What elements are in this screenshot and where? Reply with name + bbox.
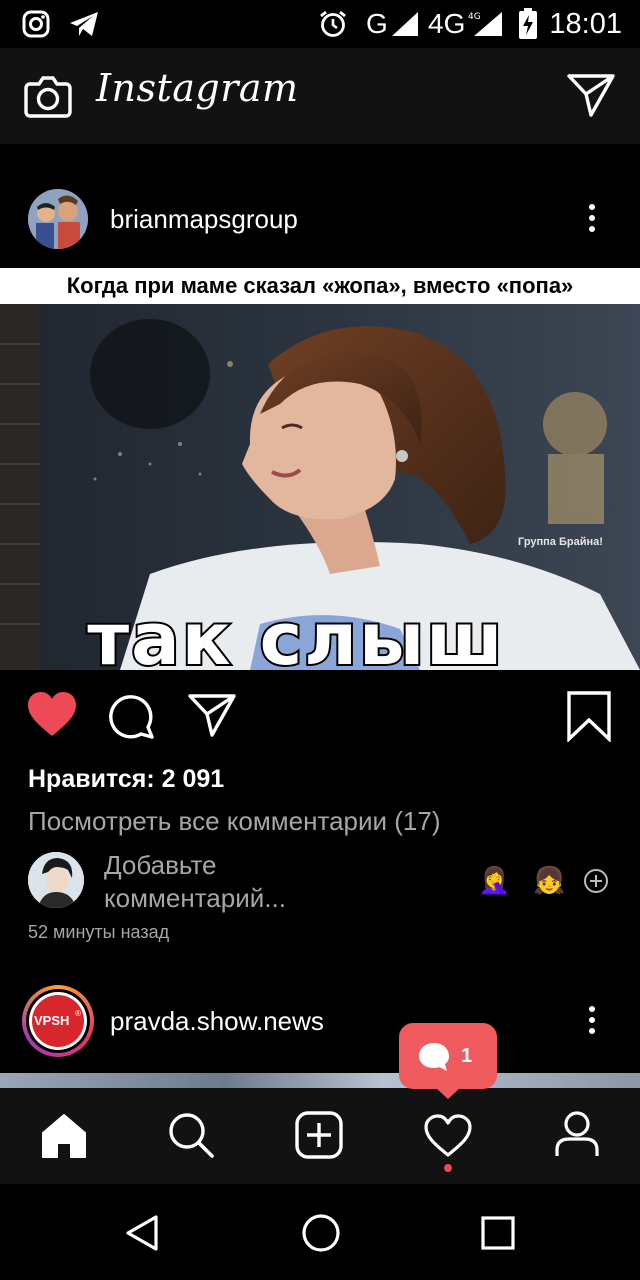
- notification-count: 1: [461, 1045, 473, 1067]
- app-logo: Instagram: [96, 66, 299, 110]
- activity-notification-bubble[interactable]: 1: [399, 1023, 497, 1089]
- bottom-tab-bar: [0, 1088, 640, 1184]
- post-author-username[interactable]: brianmapsgroup: [110, 204, 298, 235]
- back-icon[interactable]: [124, 1214, 160, 1252]
- signal-4g-icon: 4G: [468, 10, 504, 38]
- search-icon[interactable]: [166, 1110, 216, 1160]
- post2-author-username[interactable]: pravda.show.news: [110, 1006, 324, 1037]
- comment-bubble-icon: [417, 1041, 451, 1073]
- avatar-logo-registered: ®: [75, 1009, 81, 1018]
- battery-charging-icon: [518, 8, 538, 40]
- quick-emoji-girl[interactable]: 👧: [533, 865, 565, 895]
- add-comment-input[interactable]: Добавьте комментарий...: [104, 849, 364, 915]
- notification-bubble-tail: [435, 1087, 461, 1099]
- status-bar: G 4G 4G 18:01: [0, 0, 640, 48]
- post2-author-avatar: VPSH ®: [29, 992, 87, 1050]
- add-post-icon[interactable]: [295, 1111, 343, 1159]
- network-type-label: G: [366, 8, 388, 39]
- quick-emoji-facepalm[interactable]: 🤦‍♀️: [478, 865, 510, 895]
- telegram-notification-icon: [68, 10, 100, 38]
- activity-dot-indicator: [444, 1164, 452, 1172]
- signal-icon: [390, 10, 420, 38]
- svg-text:4G: 4G: [468, 12, 481, 22]
- system-navigation-bar: [0, 1184, 640, 1280]
- recents-square-icon[interactable]: [481, 1216, 515, 1250]
- video-subtitle: так слыш: [56, 606, 556, 670]
- network-4g-label: 4G: [428, 8, 466, 39]
- share-plane-icon[interactable]: [187, 692, 237, 738]
- save-bookmark-icon[interactable]: [566, 690, 612, 742]
- alarm-icon: [318, 9, 348, 39]
- likes-count[interactable]: Нравится: 2 091: [28, 765, 224, 794]
- profile-icon[interactable]: [554, 1110, 600, 1158]
- video-subtitle-text: так слыш: [87, 606, 504, 670]
- post-author-avatar[interactable]: [28, 189, 88, 249]
- add-emoji-plus-icon[interactable]: [583, 868, 609, 894]
- post-timestamp: 52 минуты назад: [28, 922, 170, 942]
- avatar-logo-text: VPSH: [34, 1013, 70, 1028]
- home-circle-icon[interactable]: [301, 1213, 341, 1253]
- view-all-comments-link[interactable]: Посмотреть все комментарии (17): [28, 806, 441, 837]
- instagram-notification-icon: [22, 10, 50, 38]
- activity-heart-icon[interactable]: [423, 1114, 473, 1158]
- home-icon[interactable]: [40, 1112, 88, 1160]
- post2-options-more-icon[interactable]: [587, 1001, 597, 1039]
- post-media[interactable]: Когда при маме сказал «жопа», вместо «по…: [0, 268, 640, 670]
- current-user-avatar: [28, 852, 84, 908]
- post-options-more-icon[interactable]: [587, 199, 597, 237]
- direct-messages-icon[interactable]: [566, 72, 616, 118]
- top-app-bar: Instagram: [0, 48, 640, 144]
- clock: 18:01: [549, 8, 622, 40]
- like-heart-icon[interactable]: [26, 690, 78, 738]
- post2-media-peek[interactable]: [0, 1073, 640, 1088]
- story-ring[interactable]: VPSH ®: [22, 985, 94, 1057]
- camera-icon[interactable]: [24, 74, 72, 118]
- media-watermark: Группа Брайна!: [518, 536, 603, 548]
- comment-icon[interactable]: [108, 692, 156, 740]
- media-caption: Когда при маме сказал «жопа», вместо «по…: [0, 268, 640, 304]
